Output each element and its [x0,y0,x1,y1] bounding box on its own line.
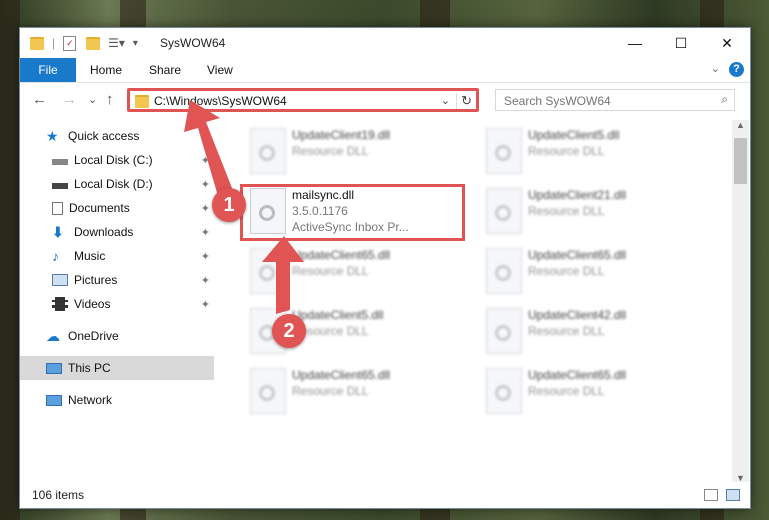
annotation-arrows [184,100,304,314]
arrow-1 [184,100,232,196]
annotation-marker-1: 1 [212,188,246,222]
annotation-marker-2: 2 [272,314,306,348]
arrow-2 [262,236,304,314]
